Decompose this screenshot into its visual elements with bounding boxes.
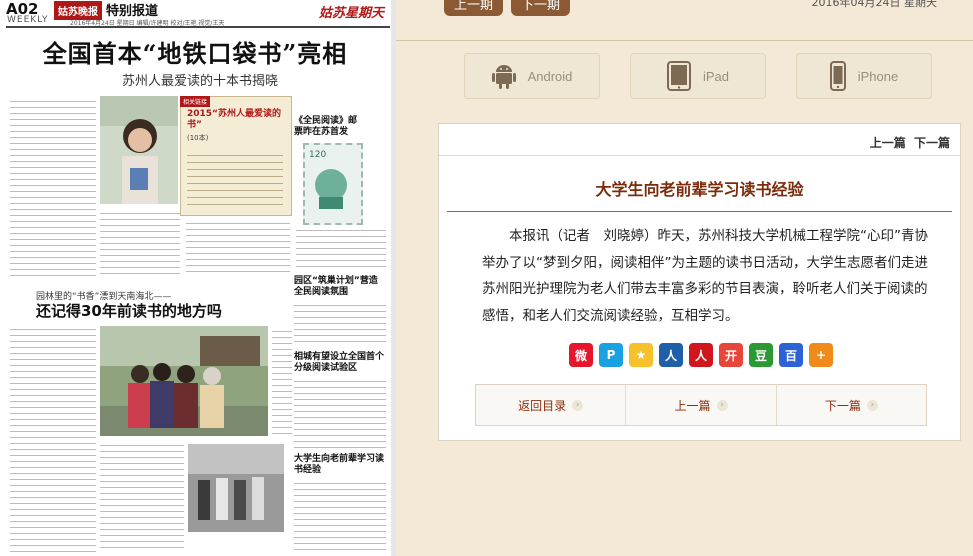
iphone-button[interactable]: iPhone xyxy=(796,53,932,99)
article-title: 大学生向老前辈学习读书经验 xyxy=(595,180,804,199)
text-column xyxy=(100,440,184,552)
newspaper-header: A02 WEEKLY 姑苏晚报 特别报道 2016年4月24日 星期日 编辑/许… xyxy=(6,0,390,28)
baidu-share-icon[interactable]: 百 xyxy=(779,343,803,367)
weibo-share-icon[interactable]: 微 xyxy=(569,343,593,367)
old-bw-photo xyxy=(188,444,284,532)
back-label: 返回目录 xyxy=(518,398,567,413)
book-list xyxy=(187,149,283,209)
text-column xyxy=(296,225,386,270)
reader-panel: 上一期 下一期 2016年04月24日 星期天 Android iPad iPh… xyxy=(396,0,973,556)
chevron-right-icon: › xyxy=(716,399,728,411)
android-button[interactable]: Android xyxy=(464,53,600,99)
tencent-weibo-share-icon[interactable]: P xyxy=(599,343,623,367)
back-to-index-button[interactable]: 返回目录 › xyxy=(476,385,627,425)
issue-date: 2016年04月24日 星期天 xyxy=(811,0,938,9)
article-body: 本报讯（记者 刘晓婷）昨天，苏州科技大学机械工程学院“心印”青协举办了以“梦到夕… xyxy=(482,228,928,324)
garden-group-photo xyxy=(100,326,268,436)
text-column xyxy=(294,376,386,448)
newspaper-subheadline: 苏州人最爱读的十本书揭晓 xyxy=(121,74,278,89)
text-column xyxy=(186,218,290,276)
text-column xyxy=(294,300,386,346)
text-column xyxy=(272,326,292,434)
date-line: 2016年4月24日 星期日 编辑/许建明 校对/王艳 视觉/王天 xyxy=(70,20,225,27)
issue-nav: 上一期 下一期 xyxy=(444,0,571,16)
kaixin-share-icon[interactable]: 开 xyxy=(719,343,743,367)
newspaper-page-image[interactable]: A02 WEEKLY 姑苏晚报 特别报道 2016年4月24日 星期日 编辑/许… xyxy=(0,0,396,556)
people-share-icon[interactable]: 人 xyxy=(689,343,713,367)
next-article-link[interactable]: 下一篇 xyxy=(914,136,950,150)
ipad-icon xyxy=(666,61,691,91)
column-title-xiangcheng: 相城有望设立全国首个分级阅读试验区 xyxy=(294,352,385,373)
iphone-icon xyxy=(829,61,846,91)
newspaper-headline: 全国首本“地铁口袋书”亮相 xyxy=(42,39,348,68)
iphone-label: iPhone xyxy=(857,68,899,84)
text-column xyxy=(10,96,96,276)
next-issue-button[interactable]: 下一期 xyxy=(511,0,571,16)
next-label: 下一篇 xyxy=(824,398,861,413)
share-bar: 微 P ★ 人人开豆百 + xyxy=(569,343,833,367)
ipad-label: iPad xyxy=(702,68,730,84)
android-label: Android xyxy=(527,68,573,84)
text-column xyxy=(294,478,386,552)
chevron-right-icon: › xyxy=(572,399,584,411)
stamp-article-title: 《全民阅读》邮票昨在苏首发 xyxy=(294,116,358,137)
prev-issue-button[interactable]: 上一期 xyxy=(444,0,504,16)
brand-name: 姑苏星期天 xyxy=(318,6,384,21)
douban-share-icon[interactable]: 豆 xyxy=(749,343,773,367)
text-column xyxy=(10,324,96,552)
next-article-button[interactable]: 下一篇 › xyxy=(777,385,926,425)
box-count: (10本) xyxy=(187,134,209,142)
prev-article-button[interactable]: 上一篇 › xyxy=(626,385,777,425)
android-icon xyxy=(491,62,516,90)
stamp-image: 120 xyxy=(303,143,363,225)
divider xyxy=(439,155,960,156)
prev-article-link[interactable]: 上一篇 xyxy=(870,136,906,150)
article-nav-top: 上一篇 下一篇 xyxy=(866,134,950,151)
related-link-box: 2015“苏州人最爱读的书” (10本) xyxy=(180,96,292,216)
stamp-value: 120 xyxy=(309,150,326,160)
title-separator xyxy=(447,211,952,212)
column-title-students[interactable]: 大学生向老前辈学习读书经验 xyxy=(294,454,386,476)
qzone-share-icon[interactable]: ★ xyxy=(629,343,653,367)
divider xyxy=(396,40,973,41)
girl-reading-photo xyxy=(100,96,178,204)
column-title-park: 园区“筑巢计划”营造全民阅读氛围 xyxy=(294,276,378,297)
section-name: 特别报道 xyxy=(106,4,159,19)
related-tag: 相关链接 xyxy=(180,96,211,107)
device-links: Android iPad iPhone xyxy=(464,53,932,99)
ipad-button[interactable]: iPad xyxy=(630,53,766,99)
weekly-label: WEEKLY xyxy=(7,15,49,25)
more-share-icon[interactable]: + xyxy=(809,343,833,367)
article-bottom-nav: 返回目录 › 上一篇 › 下一篇 › xyxy=(475,384,927,426)
prev-label: 上一篇 xyxy=(674,398,711,413)
chevron-right-icon: › xyxy=(866,399,878,411)
article-card: 上一篇 下一篇 大学生向老前辈学习读书经验 本报讯（记者 刘晓婷）昨天，苏州科技… xyxy=(438,123,961,441)
text-column xyxy=(100,208,180,276)
renren-share-icon[interactable]: 人 xyxy=(659,343,683,367)
section2-title: 还记得30年前读书的地方吗 xyxy=(36,302,222,320)
